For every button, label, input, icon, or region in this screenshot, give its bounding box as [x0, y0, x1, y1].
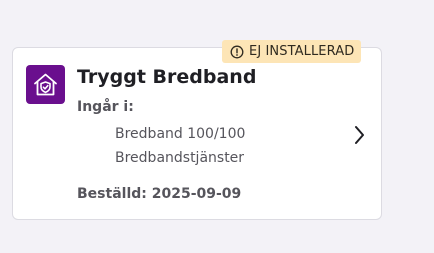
house-shield-icon	[26, 65, 65, 104]
ordered-date: 2025-09-09	[151, 186, 242, 202]
status-badge-text: EJ INSTALLERAD	[249, 44, 355, 59]
list-item: Bredbandstjänster	[115, 150, 245, 166]
ordered-label: Beställd:	[77, 186, 147, 202]
ordered-date-line: Beställd: 2025-09-09	[77, 186, 241, 202]
product-card[interactable]: Tryggt Bredband Ingår i: Bredband 100/10…	[12, 47, 382, 220]
includes-list: Bredband 100/100 Bredbandstjänster	[115, 124, 245, 172]
status-badge: EJ INSTALLERAD	[222, 40, 362, 63]
chevron-right-icon[interactable]	[351, 124, 367, 146]
info-circle-icon	[230, 45, 244, 58]
list-item: Bredband 100/100	[115, 126, 246, 142]
product-title: Tryggt Bredband	[77, 66, 257, 88]
includes-label: Ingår i:	[77, 99, 134, 115]
